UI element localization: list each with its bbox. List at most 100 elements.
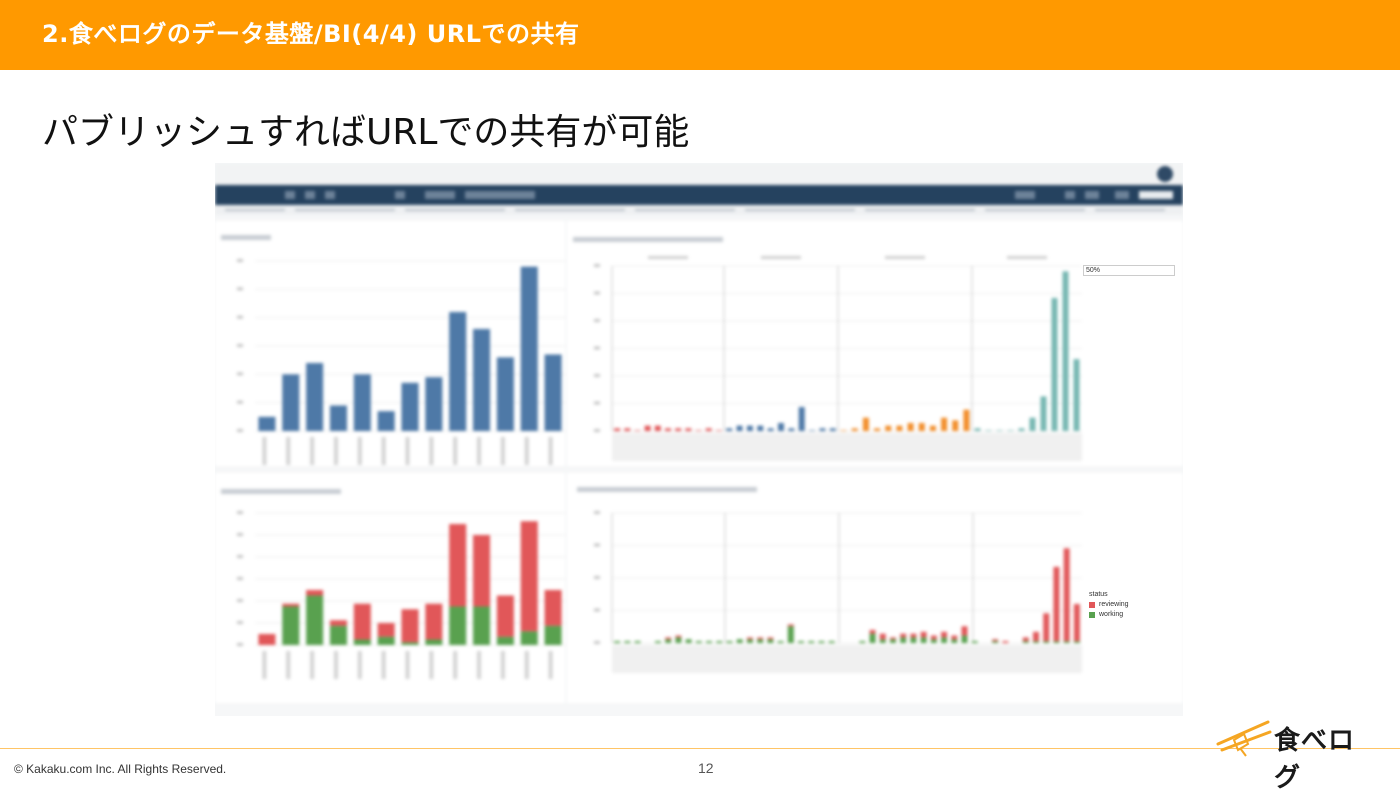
axis-label-band — [612, 433, 1082, 461]
bar — [788, 428, 795, 431]
facet-label — [761, 256, 801, 259]
category-label — [357, 651, 362, 679]
chart-top-right — [594, 256, 1082, 461]
bar-reviewing — [675, 635, 682, 638]
bar-reviewing — [401, 609, 419, 643]
bar-working — [425, 639, 443, 645]
legend-swatch-working — [1089, 611, 1095, 618]
bar-reviewing — [258, 634, 276, 645]
tick-label — [237, 429, 243, 432]
bar — [1029, 417, 1036, 431]
bar-reviewing — [1033, 631, 1040, 642]
bar-working — [1022, 641, 1029, 643]
category-label — [429, 437, 434, 465]
bar — [952, 420, 959, 431]
bar-reviewing — [377, 623, 395, 637]
bar — [840, 430, 847, 431]
bar — [282, 374, 300, 431]
tick-label — [237, 400, 243, 404]
category-label — [262, 437, 267, 465]
category-label — [453, 651, 458, 679]
bar-reviewing — [941, 631, 948, 638]
bar-working — [496, 636, 514, 645]
bar-reviewing — [787, 624, 794, 627]
category-label — [333, 437, 338, 465]
dashboard-screenshot: 50% status reviewing working — [215, 163, 1183, 716]
bar-working — [1033, 641, 1040, 643]
tick-label — [594, 319, 600, 322]
category-label — [310, 437, 315, 465]
bar — [1007, 430, 1014, 431]
category-label — [405, 437, 410, 465]
category-label — [477, 651, 482, 679]
tick-label — [237, 555, 243, 558]
bar-reviewing — [951, 635, 958, 640]
legend-title: status — [1089, 591, 1108, 598]
bar-reviewing — [746, 637, 753, 640]
bar — [726, 428, 733, 431]
bar-working — [798, 641, 805, 643]
bar — [1018, 428, 1025, 431]
bar-reviewing — [1022, 637, 1029, 642]
bar — [941, 417, 948, 431]
bar-working — [685, 639, 692, 643]
category-label — [381, 651, 386, 679]
bar-reviewing — [665, 637, 672, 640]
bar-reviewing — [1063, 548, 1070, 642]
bar — [258, 416, 276, 431]
bar-working — [614, 641, 621, 643]
category-label — [262, 651, 267, 679]
bar — [401, 382, 419, 431]
bar — [544, 354, 562, 431]
chart-bottom-right — [594, 511, 1082, 673]
bar-reviewing — [757, 637, 764, 640]
bar-working — [544, 625, 562, 645]
tick-label — [237, 533, 243, 536]
legend-item-working: working — [1089, 611, 1129, 618]
category-label — [381, 437, 386, 465]
header-title: 2.食べログのデータ基盤/BI(4/4) URLでの共有 — [42, 20, 580, 48]
logo-text: 食べログ — [1274, 726, 1356, 793]
bar-reviewing — [353, 603, 371, 640]
bar-working — [930, 639, 937, 643]
bar — [353, 374, 371, 431]
category-label — [357, 437, 362, 465]
filter-value-box[interactable]: 50% — [1083, 265, 1175, 276]
bar-working — [736, 639, 743, 643]
bar — [665, 428, 671, 431]
tick-label — [237, 643, 243, 646]
bar-working — [879, 639, 886, 643]
bar-working — [767, 639, 774, 643]
bar — [862, 417, 869, 431]
bar-working — [951, 639, 958, 643]
bar — [746, 425, 753, 431]
bar — [736, 425, 743, 431]
bar-reviewing — [869, 630, 876, 634]
bar-working — [992, 641, 999, 643]
bar — [377, 411, 395, 431]
page-number: 12 — [698, 760, 714, 776]
chart-top-left — [237, 259, 565, 465]
bar-working — [726, 641, 733, 643]
bar-working — [665, 639, 672, 643]
chart-bottom-left — [237, 511, 565, 679]
bar — [675, 428, 682, 431]
bar — [644, 425, 651, 431]
bar — [624, 428, 631, 431]
category-label — [524, 437, 529, 465]
bar-working — [449, 606, 467, 645]
bar-working — [377, 636, 395, 645]
bar — [809, 430, 816, 431]
bar — [329, 405, 347, 431]
bar-reviewing — [910, 633, 917, 638]
bar — [896, 425, 903, 431]
pane-bottom-right — [567, 473, 1183, 703]
bar-reviewing — [306, 590, 324, 596]
tick-label — [594, 291, 600, 295]
category-label — [477, 437, 482, 465]
category-label — [500, 651, 505, 679]
tick-label — [594, 264, 600, 267]
bar-working — [828, 641, 835, 643]
bar-working — [869, 633, 876, 643]
avatar — [1157, 166, 1173, 182]
